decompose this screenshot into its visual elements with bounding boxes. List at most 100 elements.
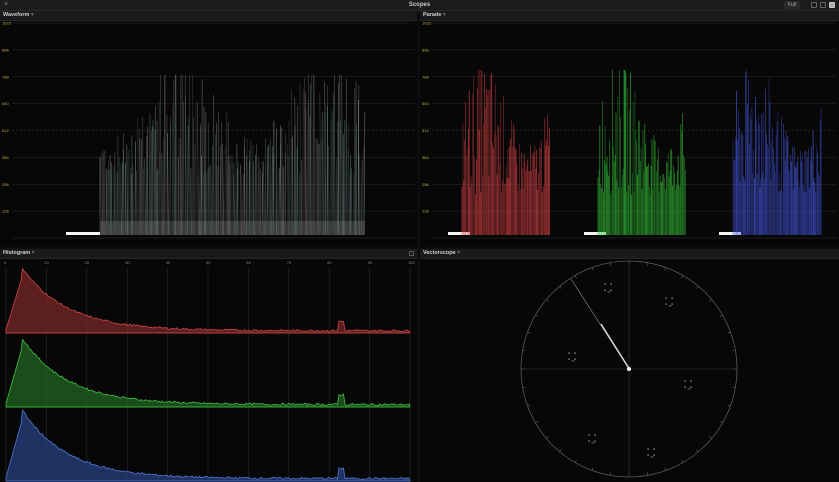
vectorscope-tick <box>709 436 712 439</box>
target-corner <box>574 358 576 360</box>
vectorscope-scope <box>520 260 738 478</box>
parade-title[interactable]: Parade <box>423 11 446 20</box>
target-corner <box>665 303 667 305</box>
waveform-scope: 1023 896 768 640 512 384 256 128 <box>2 21 415 239</box>
parade-panel: Parade 1023 896 768 640 512 384 256 128 <box>420 11 839 247</box>
parade-green-channel <box>597 70 686 235</box>
vectorscope-tick <box>535 314 539 317</box>
waveform-scale-label: 512 <box>422 128 429 133</box>
waveform-scale-label: 1023 <box>422 21 432 26</box>
target-corner <box>594 440 596 442</box>
histogram-scale-label: 0 <box>4 260 7 265</box>
waveform-stroke <box>316 138 319 236</box>
waveform-scale-label: 768 <box>422 74 429 79</box>
panel-options-icon[interactable] <box>409 251 414 256</box>
waveform-scale-label: 384 <box>2 155 9 160</box>
vectorscope-header: Vectorscope <box>420 249 839 259</box>
waveform-stroke <box>345 78 347 236</box>
target-mark <box>650 456 654 458</box>
vectorscope-tick <box>646 472 649 476</box>
window-titlebar: × Scopes Full <box>0 0 839 11</box>
layout-quad-icon[interactable] <box>829 2 835 8</box>
waveform-stroke <box>156 120 158 236</box>
vectorscope-title[interactable]: Vectorscope <box>423 249 460 258</box>
waveform-scale-label: 640 <box>2 101 9 106</box>
waveform-stroke <box>294 97 296 236</box>
vectorscope-tick <box>591 467 594 471</box>
vectorscope-tick <box>546 436 549 439</box>
layout-dual-icon[interactable] <box>820 2 826 8</box>
vectorscope-tick <box>696 449 699 452</box>
waveform-stroke <box>281 127 283 236</box>
waveform-stroke <box>221 122 223 236</box>
vectorscope-tick <box>527 404 531 407</box>
waveform-scale-label: 384 <box>422 155 429 160</box>
target-corner <box>604 283 606 285</box>
waveform-scale-label: 896 <box>2 47 9 52</box>
waveform-stroke <box>173 79 175 236</box>
view-dropdown[interactable]: Full <box>784 1 801 9</box>
vectorscope-tick <box>732 386 736 389</box>
waveform-stroke <box>340 119 342 236</box>
histogram-scale-label: 70 <box>287 260 292 265</box>
vectorscope-tick <box>546 299 549 302</box>
vectorscope-tick <box>535 421 539 424</box>
parade-scope: 1023 896 768 640 512 384 256 128 <box>422 21 837 239</box>
vectorscope-target-box <box>568 352 576 362</box>
waveform-scale-label: 256 <box>2 182 9 187</box>
vectorscope-tick <box>559 286 562 289</box>
vectorscope-tick <box>522 386 526 389</box>
vectorscope-target-box <box>647 448 655 458</box>
vectorscope-tick <box>591 267 594 271</box>
waveform-stroke <box>214 134 217 236</box>
histogram-scope: 0 10 20 30 40 50 60 70 80 90 100 <box>4 260 415 482</box>
waveform-stroke <box>303 78 305 236</box>
layout-single-icon[interactable] <box>811 2 817 8</box>
vectorscope-tick <box>709 299 712 302</box>
waveform-stroke <box>272 121 275 236</box>
vectorscope-tick <box>696 286 699 289</box>
vectorscope-tick <box>719 421 723 424</box>
waveform-stroke <box>185 95 187 236</box>
histogram-title[interactable]: Histogram <box>3 249 35 258</box>
vectorscope-tick <box>719 314 723 317</box>
vectorscope-tick <box>574 275 577 279</box>
waveform-stroke <box>337 121 340 236</box>
waveform-stroke <box>290 89 292 236</box>
waveform-stroke <box>332 92 335 236</box>
waveform-scale-label: 128 <box>2 209 9 214</box>
waveform-stroke <box>319 93 322 236</box>
parade-header: Parade <box>420 11 839 21</box>
target-corner <box>690 380 692 382</box>
waveform-stroke <box>197 101 199 236</box>
vectorscope-tick <box>559 449 562 452</box>
waveform-black-level <box>66 232 100 235</box>
vectorscope-tick <box>727 331 731 334</box>
histogram-scale-label: 100 <box>408 260 415 265</box>
target-corner <box>653 448 655 450</box>
target-corner <box>684 386 686 388</box>
target-corner <box>610 289 612 291</box>
waveform-scale-label: 512 <box>2 128 9 133</box>
target-mark <box>571 360 575 362</box>
histogram-scale-label: 30 <box>125 260 130 265</box>
waveform-stroke <box>182 101 185 236</box>
histogram-scale-label: 40 <box>166 260 171 265</box>
histogram-scale-label: 20 <box>85 260 90 265</box>
target-corner <box>665 297 667 299</box>
waveform-stroke <box>98 155 101 236</box>
target-corner <box>684 380 686 382</box>
target-corner <box>574 352 576 354</box>
vectorscope-tick <box>681 275 684 279</box>
target-corner <box>568 352 570 354</box>
waveform-title[interactable]: Waveform <box>3 11 34 20</box>
vectorscope-trace-center <box>627 367 631 371</box>
target-mark <box>591 442 595 444</box>
vectorscope-tick <box>727 404 731 407</box>
target-corner <box>653 454 655 456</box>
waveform-stroke <box>225 111 228 236</box>
waveform-stroke <box>137 118 139 236</box>
target-mark <box>687 388 691 390</box>
waveform-stroke <box>146 126 149 236</box>
waveform-stroke <box>208 122 210 236</box>
